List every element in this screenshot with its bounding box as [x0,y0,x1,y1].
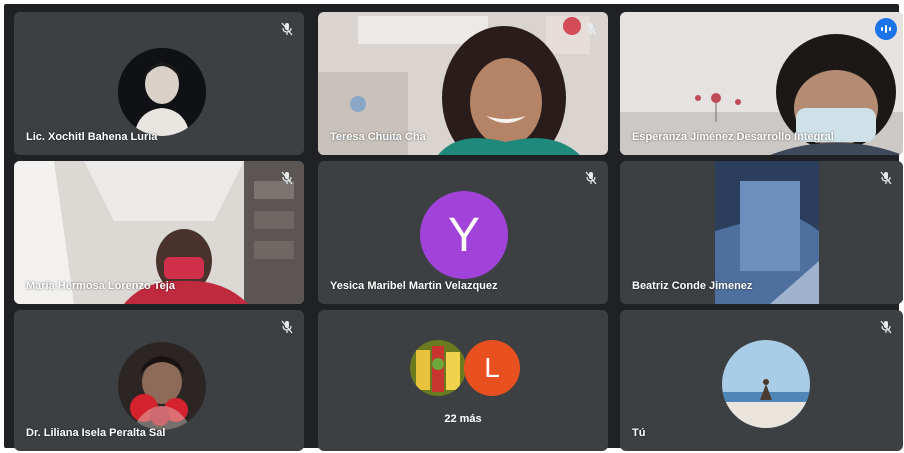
participant-tile-7[interactable]: Dr. Liliana Isela Peralta Sal [14,310,304,451]
mic-off-icon [582,20,600,38]
participant-tile-overflow[interactable]: L 22 más [318,310,608,451]
participant-tile-self[interactable]: Tú [620,310,903,451]
mic-off-icon [278,169,296,187]
mic-off-icon [877,318,895,336]
participant-tile-5[interactable]: Y Yesica Maribel Martin Velazquez [318,161,608,304]
avatar-initial: L [464,340,520,396]
avatar [118,48,206,136]
speaking-indicator-icon [875,18,897,40]
overflow-count: 22 más [444,413,482,425]
mic-off-icon [278,20,296,38]
participant-name: María Hermosa Lorenzo Teja [26,280,175,292]
participant-name: Beatriz Conde Jimenez [632,280,753,292]
avatar [410,340,466,396]
mic-off-icon [582,169,600,187]
participant-name: Teresa Chuita Cha [330,131,426,143]
participant-name: Dr. Liliana Isela Peralta Sal [26,427,166,439]
mic-off-icon [877,169,895,187]
mic-off-icon [278,318,296,336]
meeting-grid: Lic. Xochitl Bahena Luria Teresa Chuita … [4,4,903,451]
participant-tile-4[interactable]: María Hermosa Lorenzo Teja [14,161,304,304]
participant-tile-1[interactable]: Lic. Xochitl Bahena Luria [14,12,304,155]
participant-tile-2[interactable]: Teresa Chuita Cha [318,12,608,155]
participant-tile-6[interactable]: Beatriz Conde Jimenez [620,161,903,304]
participant-tile-3[interactable]: Esperanza Jiménez Desarrollo Integral [620,12,903,155]
avatar-initial: Y [420,191,508,279]
participant-name: Yesica Maribel Martin Velazquez [330,280,498,292]
participant-name: Esperanza Jiménez Desarrollo Integral [632,131,834,143]
participant-name: Tú [632,427,646,439]
participant-name: Lic. Xochitl Bahena Luria [26,131,158,143]
avatar [118,342,206,430]
avatar [722,340,810,428]
